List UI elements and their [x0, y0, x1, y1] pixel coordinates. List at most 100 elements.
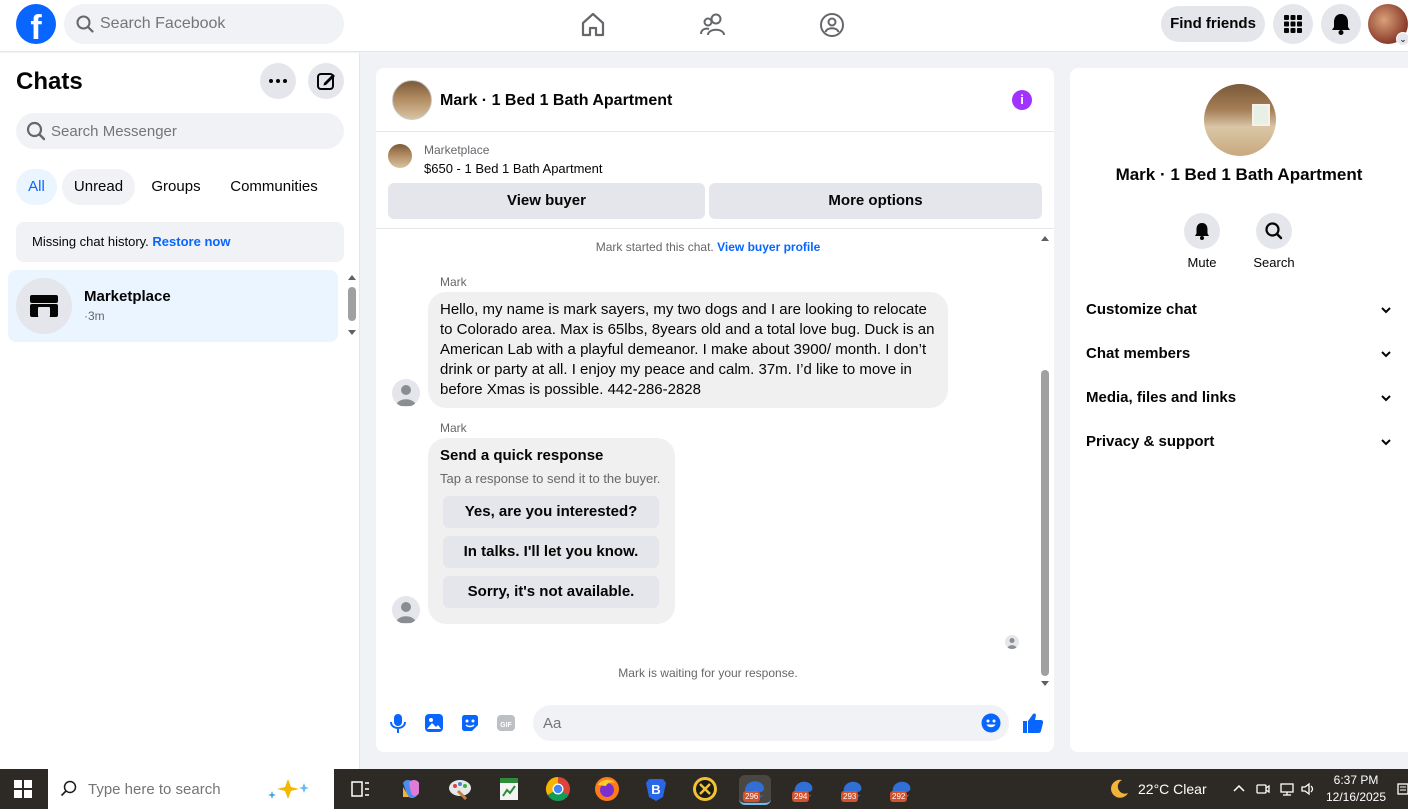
mute-button[interactable] — [1184, 213, 1220, 249]
search-action[interactable]: Search — [1244, 213, 1304, 270]
spreadsheet-app-icon[interactable] — [495, 775, 523, 803]
conversation-title[interactable]: Mark · 1 Bed 1 Bath Apartment — [440, 92, 672, 110]
notifications-button[interactable] — [1321, 4, 1361, 44]
search-icon — [1265, 222, 1283, 240]
chat-started-notice: Mark started this chat. View buyer profi… — [376, 240, 1040, 254]
notification-center-icon[interactable] — [1396, 781, 1408, 797]
chevron-up-icon[interactable] — [1231, 781, 1247, 797]
taskbar-clock[interactable]: 6:37 PM 12/16/2025 — [1318, 772, 1394, 806]
privacy-support-section[interactable]: Privacy & support — [1086, 422, 1392, 462]
home-icon[interactable] — [578, 10, 608, 40]
facebook-search-box[interactable] — [64, 4, 344, 44]
seen-indicator-avatar — [1005, 635, 1019, 649]
messenger-search-box[interactable] — [16, 113, 344, 149]
chats-title: Chats — [16, 68, 83, 95]
search-conversation-button[interactable] — [1256, 213, 1292, 249]
copilot-icon[interactable] — [397, 775, 425, 803]
chevron-down-icon — [1381, 395, 1391, 402]
paint-icon[interactable] — [446, 775, 474, 803]
meet-now-icon[interactable] — [1255, 781, 1271, 797]
task-view-icon[interactable] — [346, 775, 374, 803]
xbox-icon[interactable] — [691, 775, 719, 803]
emoji-icon[interactable] — [981, 713, 1001, 733]
sender-avatar[interactable] — [392, 596, 420, 624]
facebook-logo-letter: f — [30, 9, 42, 44]
chevron-down-icon — [1381, 439, 1391, 446]
bell-icon — [1332, 14, 1350, 35]
customize-chat-section[interactable]: Customize chat — [1086, 290, 1392, 330]
filter-communities[interactable]: Communities — [217, 169, 331, 205]
windows-start-icon[interactable] — [14, 780, 32, 798]
menu-button[interactable] — [1273, 4, 1313, 44]
find-friends-button[interactable]: Find friends — [1161, 6, 1265, 42]
taskbar-search-input[interactable] — [88, 769, 268, 809]
clock-date: 12/16/2025 — [1325, 790, 1387, 804]
taskbar-search-box[interactable] — [48, 769, 334, 809]
search-icon — [76, 15, 94, 33]
quick-response-title: Send a quick response — [440, 447, 604, 464]
quick-response-option[interactable]: Yes, are you interested? — [443, 496, 659, 528]
view-buyer-profile-link[interactable]: View buyer profile — [717, 240, 820, 254]
volume-icon[interactable] — [1300, 781, 1316, 797]
gif-icon[interactable]: GIF — [495, 712, 517, 734]
notification-badge: 292 — [890, 791, 908, 802]
listing-thumbnail — [388, 144, 412, 168]
chevron-down-icon — [1381, 307, 1391, 314]
facebook-search-input[interactable] — [100, 4, 336, 44]
conversation-scrollbar[interactable] — [1039, 230, 1051, 690]
mute-action[interactable]: Mute — [1172, 213, 1232, 270]
sticker-icon[interactable] — [459, 712, 481, 734]
chat-members-section[interactable]: Chat members — [1086, 334, 1392, 374]
compose-icon — [317, 73, 335, 90]
chat-list-item-marketplace[interactable]: Marketplace ·3m — [8, 270, 338, 342]
sparkle-icon — [268, 779, 309, 799]
mute-label: Mute — [1187, 255, 1217, 270]
chat-name: Marketplace — [84, 288, 171, 305]
new-message-button[interactable] — [308, 63, 344, 99]
waiting-notice: Mark is waiting for your response. — [618, 666, 798, 680]
network-icon[interactable] — [1279, 781, 1295, 797]
restore-now-link[interactable]: Restore now — [152, 234, 230, 249]
chrome-icon[interactable] — [544, 775, 572, 803]
clock-time: 6:37 PM — [1333, 773, 1379, 787]
listing-avatar-large[interactable] — [1204, 84, 1276, 156]
message-sender: Mark — [440, 421, 467, 435]
notification-badge: 296 — [743, 791, 761, 802]
image-icon[interactable] — [423, 712, 445, 734]
chevron-down-icon — [1381, 351, 1391, 358]
brave-icon[interactable]: B — [642, 775, 670, 803]
info-icon[interactable]: i — [1012, 90, 1032, 110]
friends-icon[interactable] — [698, 10, 728, 40]
filter-groups[interactable]: Groups — [140, 169, 212, 205]
quick-response-option[interactable]: Sorry, it's not available. — [443, 576, 659, 608]
user-icon — [396, 385, 416, 406]
view-buyer-button[interactable]: View buyer — [388, 183, 705, 219]
messenger-search-input[interactable] — [51, 113, 331, 149]
firefox-icon[interactable] — [593, 775, 621, 803]
facebook-logo[interactable]: f — [16, 4, 56, 44]
filter-all[interactable]: All — [16, 169, 57, 205]
message-input-box[interactable] — [533, 705, 1009, 741]
svg-text:B: B — [651, 782, 660, 797]
like-icon[interactable] — [1021, 711, 1045, 735]
media-files-links-section[interactable]: Media, files and links — [1086, 378, 1392, 418]
sidebar-scrollbar[interactable] — [346, 273, 358, 339]
svg-text:GIF: GIF — [500, 722, 512, 729]
more-options-button[interactable]: More options — [709, 183, 1042, 219]
listing-avatar[interactable] — [392, 80, 432, 120]
profile-avatar[interactable]: ⌄ — [1368, 4, 1408, 46]
weather-text[interactable]: 22°C Clear — [1138, 769, 1207, 809]
listing-price-title[interactable]: $650 - 1 Bed 1 Bath Apartment — [424, 161, 603, 176]
search-icon — [60, 780, 77, 797]
section-label: Chat members — [1086, 345, 1191, 362]
sender-avatar[interactable] — [392, 379, 420, 407]
quick-response-option[interactable]: In talks. I'll let you know. — [443, 536, 659, 568]
filter-unread[interactable]: Unread — [62, 169, 135, 205]
user-icon — [396, 602, 416, 623]
groups-icon[interactable] — [817, 10, 847, 40]
microphone-icon[interactable] — [387, 712, 409, 734]
conversation-panel: Mark · 1 Bed 1 Bath Apartment i Marketpl… — [376, 68, 1054, 752]
message-input[interactable] — [543, 705, 963, 741]
chat-options-button[interactable] — [260, 63, 296, 99]
bell-icon — [1195, 223, 1209, 240]
